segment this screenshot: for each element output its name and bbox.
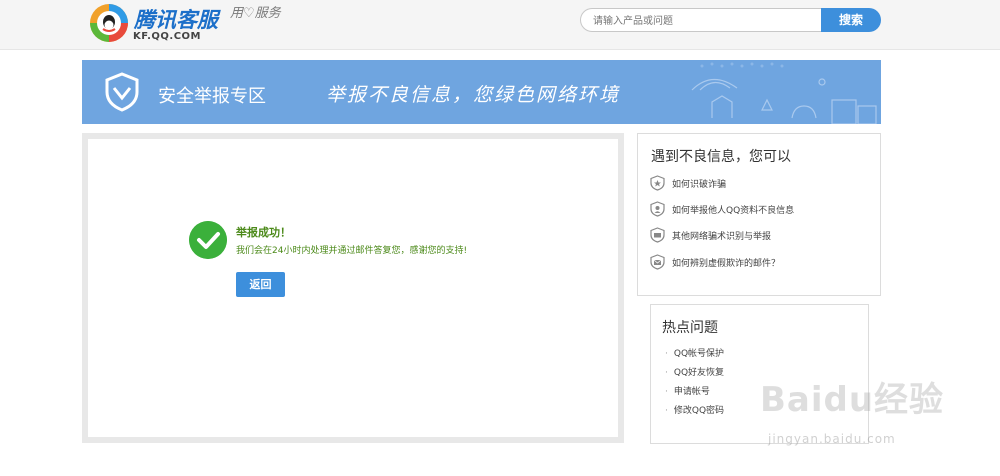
guide-item-label: 如何举报他人QQ资料不良信息 <box>672 205 795 216</box>
hot-question-label: 修改QQ密码 <box>673 406 725 416</box>
bullet-icon: · <box>665 349 668 359</box>
hot-question-link[interactable]: · 修改QQ密码 <box>665 403 724 416</box>
baidu-watermark: Baidu经验 jingyan.baidu.com <box>760 372 960 462</box>
success-title: 举报成功！ <box>236 226 291 239</box>
bullet-icon: · <box>665 406 668 416</box>
shield-star-icon <box>650 175 665 191</box>
page: 腾讯客服 KF.QQ.COM 用♡服务 搜索 安全举报专区 举报不良信息，您绿色… <box>0 0 1000 476</box>
guide-item-label: 如何识破诈骗 <box>672 179 727 190</box>
report-banner: 安全举报专区 举报不良信息，您绿色网络环境 <box>82 60 881 124</box>
guide-item[interactable]: 其他网络骗术识别与举报 <box>650 226 771 244</box>
hot-question-link[interactable]: · 申请帐号 <box>665 384 710 397</box>
checkmark-icon <box>189 221 227 259</box>
bullet-icon: · <box>665 387 668 397</box>
guide-box: 遇到不良信息，您可以 如何识破诈骗 如何举报他人QQ资料不良信息 其他网络骗术识… <box>637 133 881 296</box>
header: 腾讯客服 KF.QQ.COM 用♡服务 搜索 <box>0 0 1000 50</box>
hot-question-link[interactable]: · QQ帐号保护 <box>665 346 724 359</box>
city-illustration-icon <box>691 62 877 124</box>
guide-item[interactable]: 如何识破诈骗 <box>650 174 726 192</box>
watermark-text: Baidu经验 <box>760 380 945 420</box>
search-box <box>580 8 822 33</box>
hot-questions-title: 热点问题 <box>662 320 718 336</box>
watermark-url: jingyan.baidu.com <box>768 432 896 446</box>
guide-item-label: 其他网络骗术识别与举报 <box>672 231 772 242</box>
result-content: 举报成功！ 我们会在24小时内处理并通过邮件答复您，感谢您的支持! 返回 <box>88 139 618 437</box>
result-panel: 举报成功！ 我们会在24小时内处理并通过邮件答复您，感谢您的支持! 返回 <box>82 133 624 443</box>
banner-slogan: 举报不良信息，您绿色网络环境 <box>326 84 621 106</box>
shield-icon <box>105 72 139 112</box>
tencent-logo-icon <box>90 4 128 42</box>
back-button[interactable]: 返回 <box>236 272 285 297</box>
hot-question-label: QQ帐号保护 <box>673 349 725 359</box>
shield-person-icon <box>650 201 665 217</box>
search-input[interactable] <box>593 10 813 33</box>
shield-card-icon <box>650 227 665 243</box>
guide-item[interactable]: 如何辨别虚假欺诈的邮件？ <box>650 253 780 271</box>
banner-title: 安全举报专区 <box>158 86 266 107</box>
guide-title: 遇到不良信息，您可以 <box>651 149 791 165</box>
logo[interactable]: 腾讯客服 KF.QQ.COM 用♡服务 <box>88 2 288 46</box>
success-message: 我们会在24小时内处理并通过邮件答复您，感谢您的支持! <box>236 246 468 256</box>
guide-item[interactable]: 如何举报他人QQ资料不良信息 <box>650 200 794 218</box>
guide-item-label: 如何辨别虚假欺诈的邮件？ <box>672 258 781 269</box>
hot-question-link[interactable]: · QQ好友恢复 <box>665 365 724 378</box>
logo-title: 腾讯客服 <box>134 8 218 32</box>
logo-subtitle: KF.QQ.COM <box>133 31 202 42</box>
shield-mail-icon <box>650 254 665 270</box>
logo-slogan: 用♡服务 <box>230 6 281 21</box>
hot-question-label: 申请帐号 <box>673 387 710 397</box>
search-button[interactable]: 搜索 <box>821 8 881 32</box>
bullet-icon: · <box>665 368 668 378</box>
hot-question-label: QQ好友恢复 <box>673 368 725 378</box>
